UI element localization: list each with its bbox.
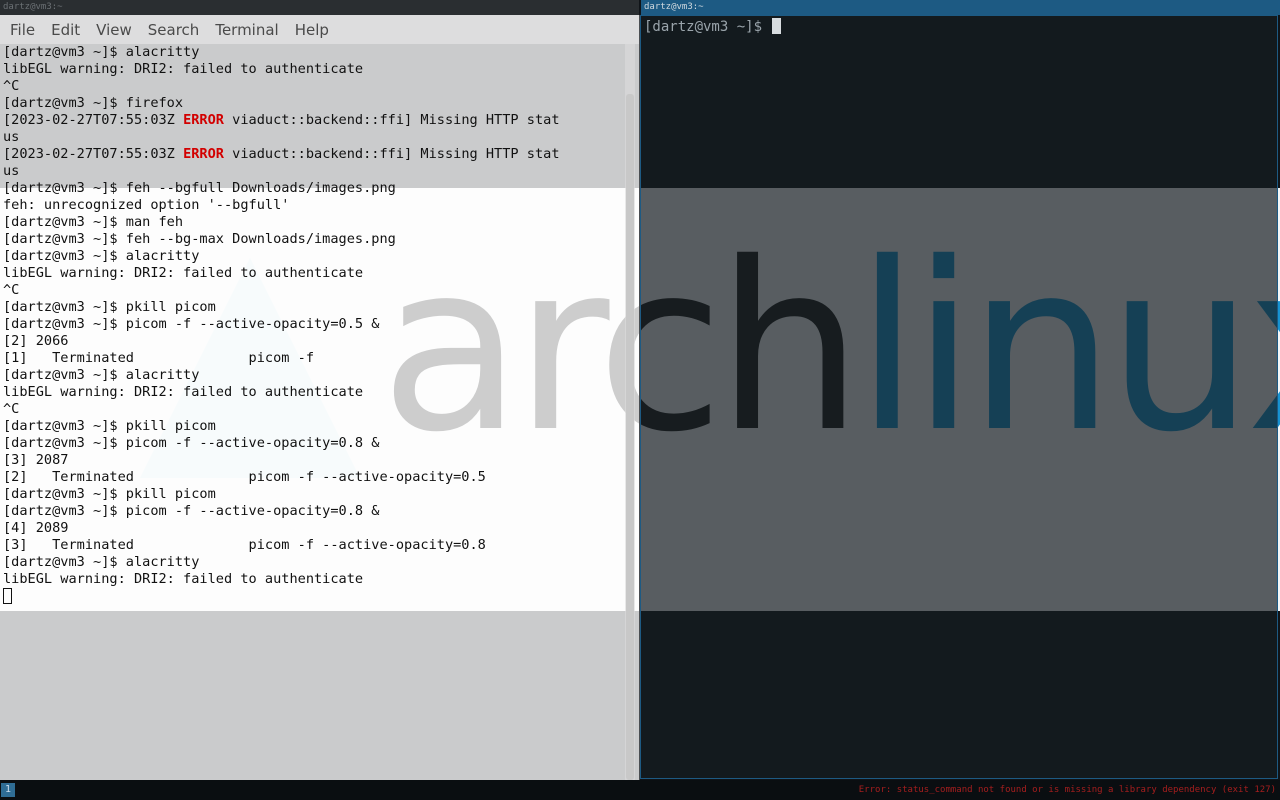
terminal-line: [dartz@vm3 ~]$ picom -f --active-opacity… bbox=[3, 503, 621, 520]
terminal-text: [2] Terminated picom -f --active-opacity… bbox=[3, 469, 486, 485]
status-error-text: Error: status_command not found or is mi… bbox=[858, 785, 1276, 795]
terminal-line: [dartz@vm3 ~]$ pkill picom bbox=[3, 299, 621, 316]
left-window-title[interactable]: dartz@vm3:~ bbox=[0, 0, 639, 15]
error-tag: ERROR bbox=[183, 112, 224, 128]
terminal-text: ^C bbox=[3, 282, 20, 298]
terminal-line: [dartz@vm3 ~]$ alacritty bbox=[3, 248, 621, 265]
terminal-line: [4] 2089 bbox=[3, 520, 621, 537]
terminal-line: [3] 2087 bbox=[3, 452, 621, 469]
terminal-line: [dartz@vm3 ~]$ man feh bbox=[3, 214, 621, 231]
terminal-text: [2023-02-27T07:55:03Z bbox=[3, 146, 184, 162]
terminal-cursor-line[interactable] bbox=[3, 588, 621, 605]
terminal-text: [dartz@vm3 ~]$ alacritty bbox=[3, 44, 200, 60]
desktop: archlinux dartz@vm3:~ FileEditViewSearch… bbox=[0, 0, 1280, 800]
terminal-text: [2023-02-27T07:55:03Z bbox=[3, 112, 184, 128]
terminal-text: [3] Terminated picom -f --active-opacity… bbox=[3, 537, 486, 553]
terminal-line: libEGL warning: DRI2: failed to authenti… bbox=[3, 384, 621, 401]
terminal-text: [dartz@vm3 ~]$ pkill picom bbox=[3, 486, 216, 502]
terminal-line: ^C bbox=[3, 282, 621, 299]
menu-terminal[interactable]: Terminal bbox=[207, 21, 286, 39]
left-terminal-window[interactable]: File Edit View Search Terminal Help [dartz@vm… bbox=[0, 15, 640, 780]
scrollbar-thumb[interactable] bbox=[626, 94, 634, 780]
terminal-line: [3] Terminated picom -f --active-opacity… bbox=[3, 537, 621, 554]
terminal-line: [dartz@vm3 ~]$ alacritty bbox=[3, 367, 621, 384]
terminal-text: viaduct::backend::ffi] Missing HTTP stat bbox=[223, 146, 560, 162]
terminal-text: libEGL warning: DRI2: failed to authenti… bbox=[3, 61, 364, 77]
terminal-line: ^C bbox=[3, 78, 621, 95]
terminal-text: ^C bbox=[3, 401, 20, 417]
text-cursor bbox=[772, 18, 782, 34]
terminal-scrollbar[interactable] bbox=[625, 44, 635, 780]
terminal-line: [dartz@vm3 ~]$ firefox bbox=[3, 95, 621, 112]
terminal-text: libEGL warning: DRI2: failed to authenti… bbox=[3, 265, 364, 281]
terminal-text: [dartz@vm3 ~]$ alacritty bbox=[3, 248, 200, 264]
terminal-line: libEGL warning: DRI2: failed to authenti… bbox=[3, 61, 621, 78]
error-tag: ERROR bbox=[183, 146, 224, 162]
terminal-text: [dartz@vm3 ~]$ alacritty bbox=[3, 554, 200, 570]
terminal-text: libEGL warning: DRI2: failed to authenti… bbox=[3, 571, 364, 587]
terminal-text: [2] 2066 bbox=[3, 333, 69, 349]
menu-search[interactable]: Search bbox=[140, 21, 208, 39]
terminal-line: us bbox=[3, 163, 621, 180]
terminal-text: ^C bbox=[3, 78, 20, 94]
terminal-line: [2] Terminated picom -f --active-opacity… bbox=[3, 469, 621, 486]
terminal-line: [2023-02-27T07:55:03Z ERROR viaduct::bac… bbox=[3, 112, 621, 129]
terminal-text: [3] 2087 bbox=[3, 452, 69, 468]
terminal-text: [dartz@vm3 ~]$ pkill picom bbox=[3, 299, 216, 315]
terminal-text: [dartz@vm3 ~]$ firefox bbox=[3, 95, 184, 111]
terminal-line: [dartz@vm3 ~]$ picom -f --active-opacity… bbox=[3, 435, 621, 452]
terminal-line: [dartz@vm3 ~]$ alacritty bbox=[3, 554, 621, 571]
right-terminal-window[interactable]: [dartz@vm3 ~]$ bbox=[640, 15, 1278, 779]
terminal-text: libEGL warning: DRI2: failed to authenti… bbox=[3, 384, 364, 400]
terminal-line: feh: unrecognized option '--bgfull' bbox=[3, 197, 621, 214]
terminal-line: [2] 2066 bbox=[3, 333, 621, 350]
terminal-prompt[interactable]: [dartz@vm3 ~]$ bbox=[644, 18, 782, 36]
workspace-button-1[interactable]: 1 bbox=[1, 783, 15, 797]
right-window-title[interactable]: dartz@vm3:~ bbox=[641, 0, 1280, 15]
menu-help[interactable]: Help bbox=[287, 21, 337, 39]
terminal-line: [1] Terminated picom -f bbox=[3, 350, 621, 367]
terminal-text: [dartz@vm3 ~]$ picom -f --active-opacity… bbox=[3, 316, 380, 332]
menu-file[interactable]: File bbox=[2, 21, 43, 39]
terminal-text: [dartz@vm3 ~]$ pkill picom bbox=[3, 418, 216, 434]
terminal-line: [dartz@vm3 ~]$ alacritty bbox=[3, 44, 621, 61]
terminal-text: [dartz@vm3 ~]$ picom -f --active-opacity… bbox=[3, 503, 380, 519]
menubar: File Edit View Search Terminal Help bbox=[0, 15, 639, 44]
terminal-line: ^C bbox=[3, 401, 621, 418]
terminal-text: [dartz@vm3 ~]$ picom -f --active-opacity… bbox=[3, 435, 380, 451]
terminal-text: [dartz@vm3 ~]$ alacritty bbox=[3, 367, 200, 383]
terminal-output[interactable]: [dartz@vm3 ~]$ alacritty libEGL warning: … bbox=[3, 44, 621, 605]
terminal-line: [dartz@vm3 ~]$ feh --bgfull Downloads/im… bbox=[3, 180, 621, 197]
terminal-text: us bbox=[3, 163, 20, 179]
terminal-line: us bbox=[3, 129, 621, 146]
terminal-text: viaduct::backend::ffi] Missing HTTP stat bbox=[223, 112, 560, 128]
terminal-line: [dartz@vm3 ~]$ picom -f --active-opacity… bbox=[3, 316, 621, 333]
terminal-text: [4] 2089 bbox=[3, 520, 69, 536]
terminal-text: feh: unrecognized option '--bgfull' bbox=[3, 197, 290, 213]
status-bar: 1 Error: status_command not found or is … bbox=[0, 780, 1280, 800]
prompt-text: [dartz@vm3 ~]$ bbox=[644, 19, 771, 35]
terminal-text: [dartz@vm3 ~]$ feh --bgfull Downloads/im… bbox=[3, 180, 396, 196]
terminal-line: [2023-02-27T07:55:03Z ERROR viaduct::bac… bbox=[3, 146, 621, 163]
terminal-text: [1] Terminated picom -f bbox=[3, 350, 314, 366]
terminal-line: libEGL warning: DRI2: failed to authenti… bbox=[3, 571, 621, 588]
menu-view[interactable]: View bbox=[88, 21, 140, 39]
terminal-text: [dartz@vm3 ~]$ feh --bg-max Downloads/im… bbox=[3, 231, 396, 247]
terminal-text: [dartz@vm3 ~]$ man feh bbox=[3, 214, 184, 230]
terminal-text: us bbox=[3, 129, 20, 145]
terminal-line: [dartz@vm3 ~]$ feh --bg-max Downloads/im… bbox=[3, 231, 621, 248]
terminal-line: libEGL warning: DRI2: failed to authenti… bbox=[3, 265, 621, 282]
terminal-line: [dartz@vm3 ~]$ pkill picom bbox=[3, 486, 621, 503]
menu-edit[interactable]: Edit bbox=[43, 21, 88, 39]
text-cursor bbox=[3, 588, 12, 604]
terminal-line: [dartz@vm3 ~]$ pkill picom bbox=[3, 418, 621, 435]
